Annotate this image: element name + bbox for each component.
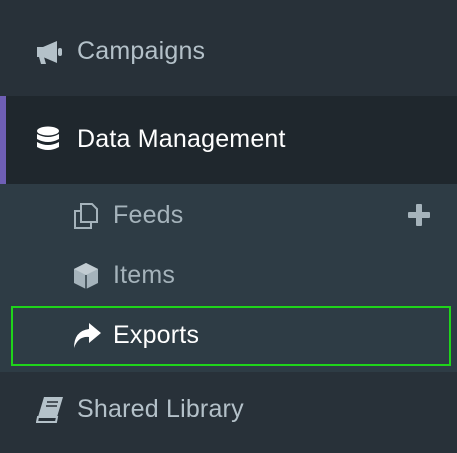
active-indicator [0,96,6,184]
sidebar-nav: Campaigns Data Management Feeds Items Ex… [0,0,457,453]
submenu-item-label: Exports [113,321,200,349]
submenu-data-management: Feeds Items Exports [0,184,457,372]
database-icon [36,126,60,154]
sidebar-item-label: Campaigns [77,37,206,65]
submenu-item-feeds[interactable]: Feeds [0,184,457,244]
sidebar-item-label: Data Management [77,125,286,153]
submenu-item-label: Items [113,261,176,289]
megaphone-icon [35,38,65,66]
sidebar-item-label: Shared Library [77,395,244,423]
share-arrow-icon [72,322,102,350]
plus-icon[interactable] [408,204,430,226]
submenu-item-items[interactable]: Items [0,244,457,304]
sidebar-item-data-management[interactable]: Data Management [0,96,457,184]
book-icon [36,396,64,424]
cube-icon [73,262,99,290]
submenu-item-exports[interactable]: Exports [11,306,451,366]
submenu-item-label: Feeds [113,201,184,229]
sidebar-item-campaigns[interactable]: Campaigns [0,0,457,96]
sidebar-item-shared-library[interactable]: Shared Library [0,372,457,453]
copy-icon [72,202,100,230]
